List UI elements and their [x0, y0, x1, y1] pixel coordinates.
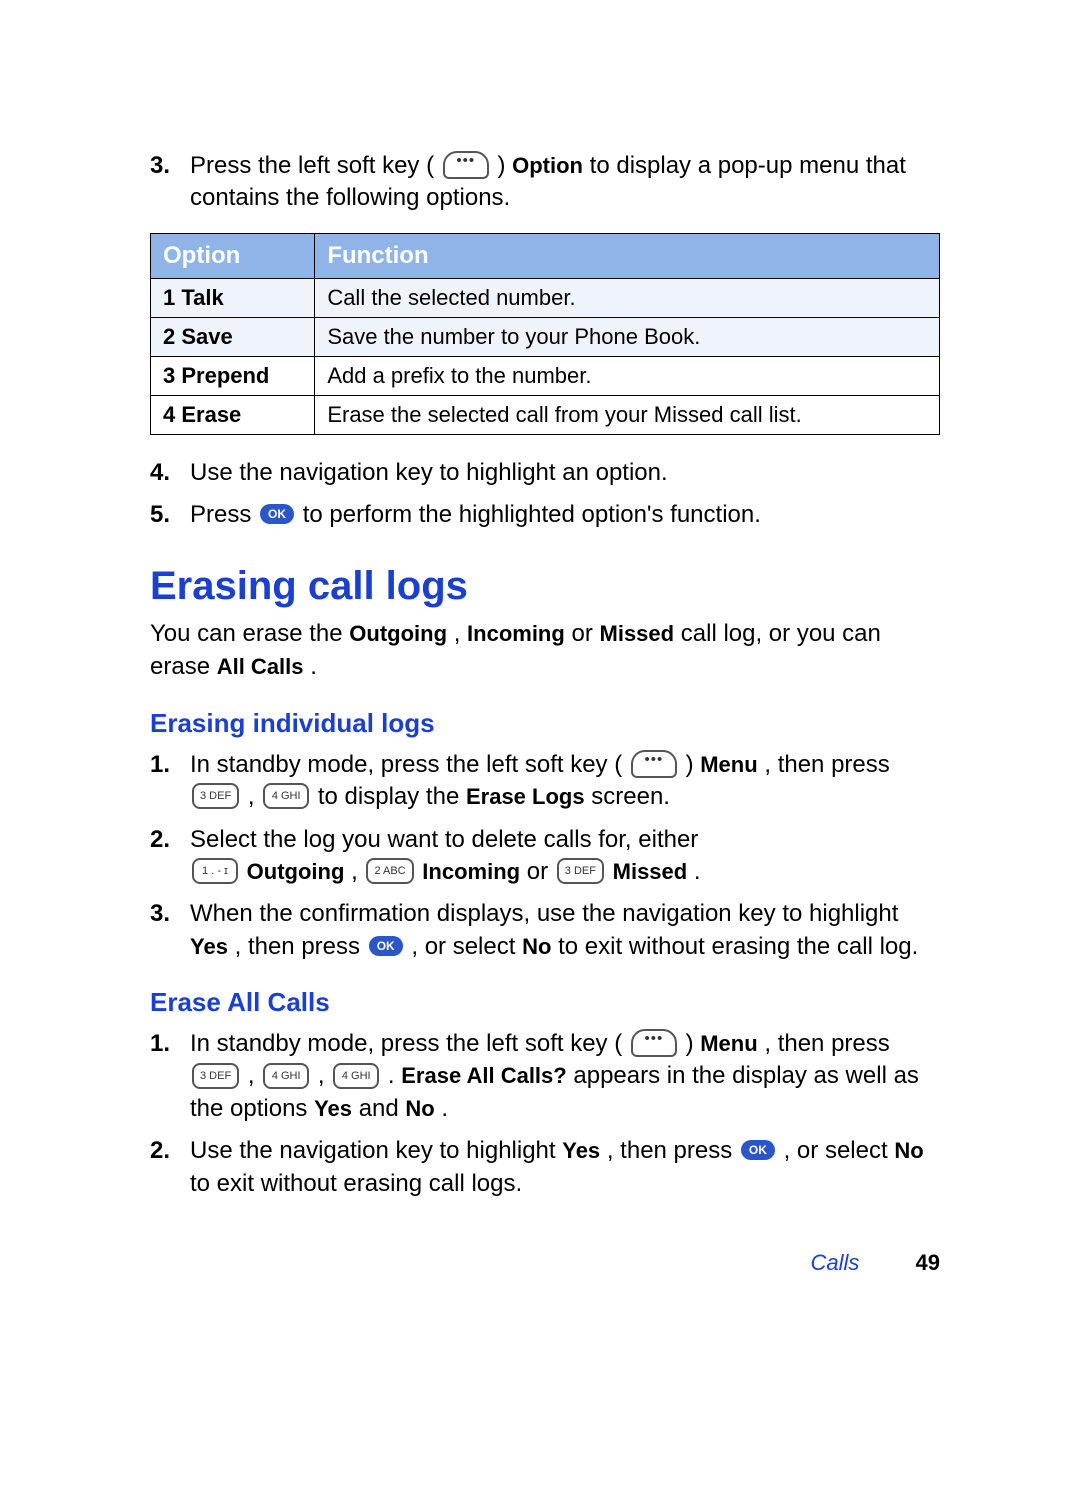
step-number: 2.	[150, 824, 172, 889]
key3-icon: 3 DEF	[557, 858, 604, 884]
intro-paragraph: You can erase the Outgoing , Incoming or…	[150, 617, 940, 684]
section-heading: Erasing call logs	[150, 564, 940, 609]
softkey-icon	[631, 1029, 677, 1057]
table-header-option: Option	[151, 233, 315, 278]
options-table: Option Function 1 Talk Call the selected…	[150, 233, 940, 435]
list-item: 3. Press the left soft key ( ) Option to…	[150, 150, 940, 215]
step-text: Use the navigation key to highlight Yes …	[190, 1135, 940, 1200]
key2-icon: 2 ABC	[366, 858, 413, 884]
step-text: Use the navigation key to highlight an o…	[190, 457, 668, 489]
list-item: 5. Press OK to perform the highlighted o…	[150, 499, 940, 531]
table-row: 1 Talk Call the selected number.	[151, 278, 940, 317]
ok-icon: OK	[369, 936, 403, 956]
step-text: Press OK to perform the highlighted opti…	[190, 499, 761, 531]
step-text: Select the log you want to delete calls …	[190, 824, 701, 889]
list-item: 1. In standby mode, press the left soft …	[150, 1028, 940, 1125]
step-text: In standby mode, press the left soft key…	[190, 1028, 940, 1125]
list-item: 1. In standby mode, press the left soft …	[150, 749, 940, 814]
list-item: 3. When the confirmation displays, use t…	[150, 898, 940, 963]
step-text: When the confirmation displays, use the …	[190, 898, 940, 963]
step-number: 3.	[150, 150, 172, 215]
step-number: 2.	[150, 1135, 172, 1200]
list-item: 2. Use the navigation key to highlight Y…	[150, 1135, 940, 1200]
table-header-function: Function	[315, 233, 940, 278]
subheading: Erasing individual logs	[150, 708, 940, 739]
step-number: 5.	[150, 499, 172, 531]
page-footer: Calls 49	[150, 1250, 940, 1276]
list-item: 4. Use the navigation key to highlight a…	[150, 457, 940, 489]
key4-icon: 4 GHI	[333, 1063, 379, 1089]
manual-page: 3. Press the left soft key ( ) Option to…	[0, 0, 1080, 1336]
table-row: 4 Erase Erase the selected call from you…	[151, 395, 940, 434]
softkey-icon	[631, 750, 677, 778]
table-row: 3 Prepend Add a prefix to the number.	[151, 356, 940, 395]
key3-icon: 3 DEF	[192, 783, 239, 809]
list-item: 2. Select the log you want to delete cal…	[150, 824, 940, 889]
page-number: 49	[916, 1250, 940, 1275]
subheading: Erase All Calls	[150, 987, 940, 1018]
table-row: 2 Save Save the number to your Phone Boo…	[151, 317, 940, 356]
step-number: 3.	[150, 898, 172, 963]
ok-icon: OK	[260, 504, 294, 524]
key4-icon: 4 GHI	[263, 1063, 309, 1089]
step-number: 4.	[150, 457, 172, 489]
key1-icon: 1 . - ɪ	[192, 858, 238, 884]
step-number: 1.	[150, 1028, 172, 1125]
step-text: In standby mode, press the left soft key…	[190, 749, 940, 814]
chapter-name: Calls	[810, 1250, 859, 1275]
key4-icon: 4 GHI	[263, 783, 309, 809]
key3-icon: 3 DEF	[192, 1063, 239, 1089]
step-text: Press the left soft key ( ) Option to di…	[190, 150, 940, 215]
ok-icon: OK	[741, 1140, 775, 1160]
step-number: 1.	[150, 749, 172, 814]
softkey-icon	[443, 151, 489, 179]
